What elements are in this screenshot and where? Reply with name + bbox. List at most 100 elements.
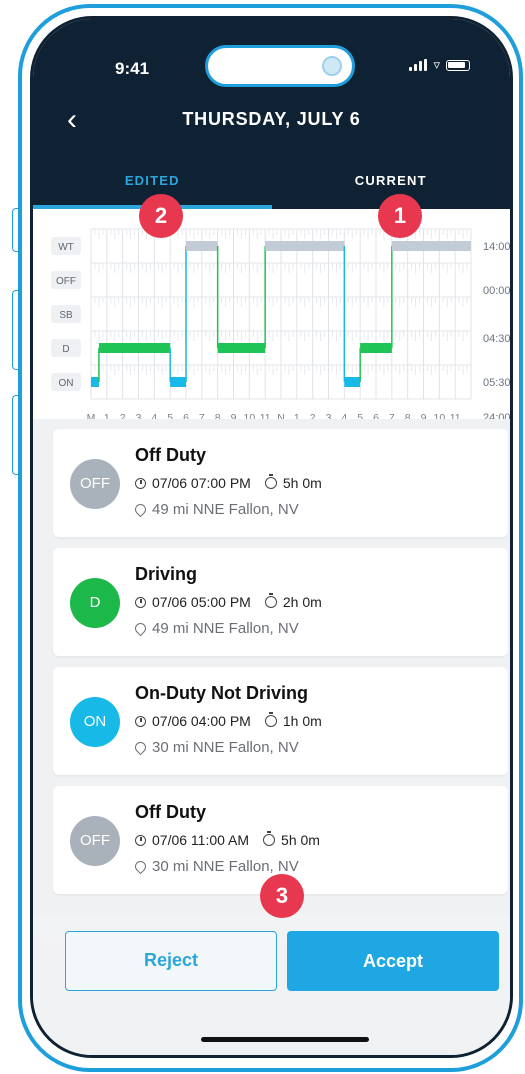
event-time: 07/06 07:00 PM (152, 475, 251, 491)
row-label: OFF (56, 276, 76, 287)
event-duration: 2h 0m (282, 594, 322, 610)
dynamic-island (205, 45, 355, 87)
event-duration: 5h 0m (282, 475, 322, 491)
event-location: 30 mi NNE Fallon, NV (132, 739, 299, 756)
event-meta: 07/06 04:00 PM 1h 0m (135, 712, 322, 729)
stopwatch-icon (264, 593, 277, 608)
event-location: 30 mi NNE Fallon, NV (132, 858, 299, 875)
event-location-text: 30 mi NNE Fallon, NV (152, 858, 299, 875)
status-icons: ▿ (409, 57, 470, 72)
battery-icon (446, 59, 470, 71)
duty-segment (98, 343, 171, 353)
signal-icon (409, 59, 428, 71)
hour-label: 5 (357, 412, 363, 419)
location-pin-icon (132, 620, 149, 637)
hour-label: 6 (373, 412, 379, 419)
row-label: D (62, 344, 69, 355)
event-meta: 07/06 07:00 PM 5h 0m (135, 474, 322, 491)
hour-label: 3 (136, 412, 142, 419)
hour-label: 5 (167, 412, 173, 419)
event-title: On-Duty Not Driving (135, 683, 308, 703)
event-card[interactable]: D Driving 07/06 05:00 PM 2h 0m 49 mi NNE… (53, 548, 508, 656)
clock-icon (135, 715, 146, 727)
duty-segment (391, 241, 471, 251)
event-location: 49 mi NNE Fallon, NV (132, 501, 299, 518)
duty-segment (217, 343, 266, 353)
hour-label: 10 (433, 412, 445, 419)
hour-label: 11 (450, 412, 461, 419)
callout-marker-2: 2 (139, 194, 183, 238)
event-time: 07/06 04:00 PM (152, 713, 251, 729)
location-pin-icon (132, 501, 149, 518)
hour-label: 1 (294, 412, 300, 419)
stopwatch-icon (264, 474, 277, 489)
row-total: 14:00 (483, 241, 511, 253)
hour-label: 7 (199, 412, 205, 419)
status-avatar: OFF (70, 816, 120, 866)
row-label: WT (58, 242, 74, 253)
home-indicator (201, 1037, 369, 1042)
hour-label: 9 (421, 412, 427, 419)
event-title: Off Duty (135, 802, 206, 822)
row-label: ON (59, 378, 74, 389)
hour-label: 11 (260, 412, 271, 419)
row-label: SB (59, 310, 73, 321)
hour-label: 1 (104, 412, 110, 419)
callout-marker-3: 3 (260, 874, 304, 918)
hour-label: 7 (389, 412, 395, 419)
hour-label: 2 (120, 412, 126, 419)
hour-label: 6 (183, 412, 189, 419)
event-card[interactable]: ON On-Duty Not Driving 07/06 04:00 PM 1h… (53, 667, 508, 775)
page-title: THURSDAY, JULY 6 (182, 109, 361, 129)
hour-label: N (277, 412, 285, 419)
stopwatch-icon (264, 712, 277, 727)
location-pin-icon (132, 739, 149, 756)
hour-label: 9 (231, 412, 237, 419)
status-avatar: D (70, 578, 120, 628)
hour-label: 3 (326, 412, 332, 419)
clock-icon (135, 477, 146, 489)
hour-label: 2 (310, 412, 316, 419)
location-pin-icon (132, 858, 149, 875)
clock-icon (135, 596, 146, 608)
duty-segment (170, 377, 186, 387)
reject-button[interactable]: Reject (65, 931, 277, 991)
camera-icon (322, 56, 342, 76)
hour-label: 10 (243, 412, 255, 419)
accept-button[interactable]: Accept (287, 931, 499, 991)
event-meta: 07/06 11:00 AM 5h 0m (135, 831, 320, 848)
action-bar: Reject Accept (33, 914, 510, 1055)
duty-status-graph: WT OFF SB D ON 14:00 00:00 04:30 05:30 24:00 M 1 2 3 4… (33, 209, 511, 424)
status-avatar: OFF (70, 459, 120, 509)
event-duration: 5h 0m (281, 832, 320, 848)
hour-label: 8 (405, 412, 411, 419)
event-duration: 1h 0m (282, 713, 322, 729)
header: 9:41 ▿ ‹ THURSDAY, JULY 6 EDITED CURRENT (33, 19, 510, 209)
hour-label: 4 (341, 412, 347, 419)
row-total: 24:00 (483, 412, 511, 419)
event-title: Driving (135, 564, 198, 584)
event-time: 07/06 05:00 PM (152, 594, 251, 610)
row-total: 00:00 (483, 285, 511, 297)
duty-segment (186, 241, 218, 251)
duty-segment (344, 377, 361, 387)
status-avatar: ON (70, 697, 120, 747)
duty-segment (360, 343, 392, 353)
clock-icon (135, 834, 146, 846)
event-time: 07/06 11:00 AM (152, 832, 250, 848)
event-meta: 07/06 05:00 PM 2h 0m (135, 593, 322, 610)
status-time: 9:41 (115, 59, 150, 78)
hour-label: 4 (151, 412, 157, 419)
event-title: Off Duty (135, 445, 206, 465)
event-card[interactable]: OFF Off Duty 07/06 07:00 PM 5h 0m 49 mi … (53, 429, 508, 537)
wifi-icon: ▿ (433, 57, 440, 72)
event-location: 49 mi NNE Fallon, NV (132, 620, 299, 637)
duty-segment (91, 377, 99, 387)
row-total: 05:30 (483, 377, 511, 389)
event-location-text: 49 mi NNE Fallon, NV (152, 620, 299, 637)
event-location-text: 49 mi NNE Fallon, NV (152, 501, 299, 518)
tab-bar: EDITED CURRENT (33, 169, 510, 209)
stopwatch-icon (263, 831, 276, 846)
callout-marker-1: 1 (378, 194, 422, 238)
hour-label: M (87, 412, 96, 419)
